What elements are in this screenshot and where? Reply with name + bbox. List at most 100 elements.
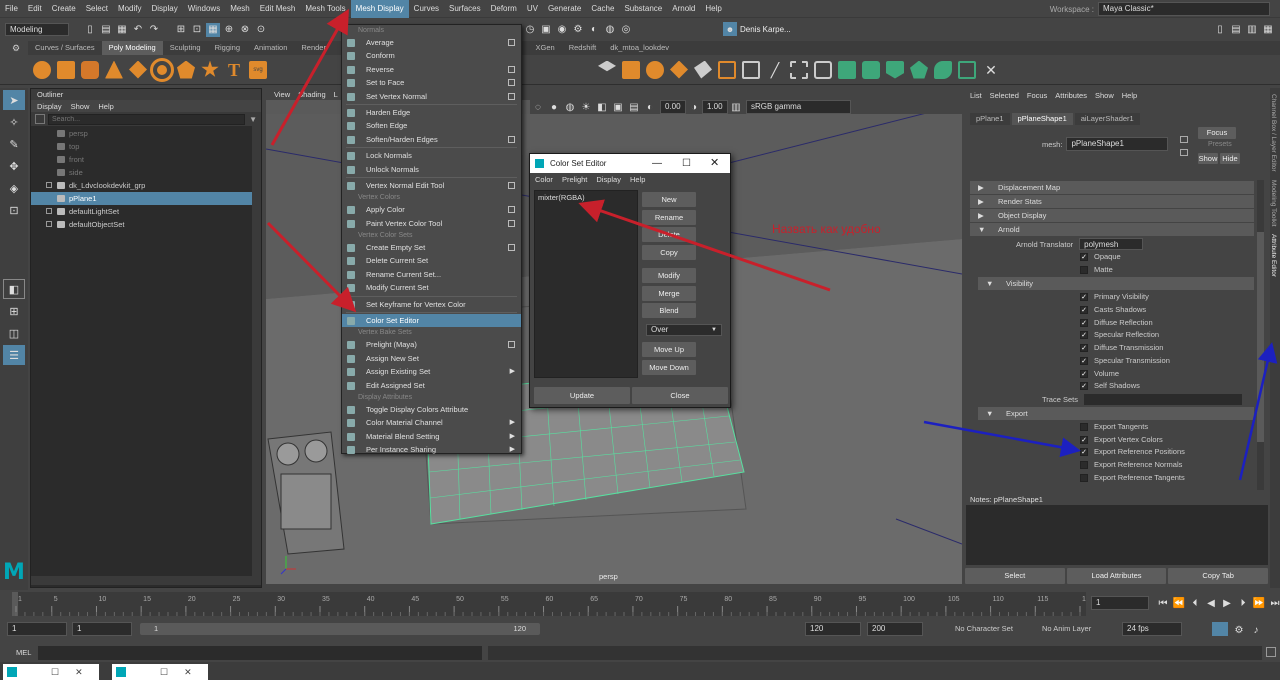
attr-load-attributes-button[interactable]: Load Attributes [1066, 568, 1167, 584]
menu-item-material-blend-setting[interactable]: Material Blend Setting ▶ [342, 430, 521, 443]
open-scene-icon[interactable]: ▤ [99, 23, 113, 37]
attr-tab[interactable]: pPlaneShape1 [1011, 113, 1073, 125]
go-to-end-icon[interactable]: ⏭ [1268, 596, 1280, 610]
restore-icon[interactable]: ☐ [51, 667, 59, 678]
menu-item-harden-edge[interactable]: Harden Edge [342, 106, 521, 119]
select-hierarchy-icon[interactable]: ⊞ [174, 23, 188, 37]
toggle-modeling-toolkit-icon[interactable]: ▯ [1213, 22, 1227, 36]
play-backward-icon[interactable]: ◀ [1204, 596, 1218, 610]
shelf-tab[interactable]: XGen [529, 41, 562, 55]
mel-input[interactable] [38, 646, 482, 660]
outliner-item[interactable]: dk_Ldvclookdevkit_grp [31, 179, 261, 192]
outliner-item[interactable]: top [31, 140, 261, 153]
cse-menu-item[interactable]: Color [535, 175, 553, 184]
unfold-uv-icon[interactable] [958, 60, 976, 79]
redo-icon[interactable]: ↷ [147, 23, 161, 37]
menu-item-set-keyframe-for-vertex-color[interactable]: Set Keyframe for Vertex Color [342, 298, 521, 311]
menu-mesh[interactable]: Mesh [225, 0, 255, 18]
color-management-icon[interactable]: ▥ [729, 100, 743, 114]
search-down-arrow-icon[interactable]: ▼ [249, 115, 257, 124]
poly-cube-icon[interactable] [57, 60, 75, 79]
snap-point-icon[interactable]: ⊙ [254, 23, 268, 37]
viewport-menu-item[interactable]: Shading [298, 90, 326, 99]
option-box-icon[interactable] [508, 39, 515, 46]
step-forward-key-icon[interactable]: ⏩ [1252, 596, 1266, 610]
cse-modify-button[interactable]: Modify [642, 268, 696, 283]
cse-merge-button[interactable]: Merge [642, 285, 696, 301]
menu-file[interactable]: File [0, 0, 23, 18]
menu-item-unlock-normals[interactable]: Unlock Normals [342, 163, 521, 176]
workspace-selector[interactable]: Workspace : Maya Classic* [1050, 2, 1270, 16]
outliner-item[interactable]: defaultLightSet [31, 205, 261, 218]
lasso-tool-icon[interactable]: ✧ [3, 112, 25, 132]
attr-tab[interactable]: aiLayerShader1 [1074, 113, 1140, 125]
menu-substance[interactable]: Substance [619, 0, 667, 18]
time-slider[interactable]: 1 5 10 15 20 25 30 35 40 45 50 55 60 65 70 75 80 85 90 95 10… [0, 590, 1280, 620]
attr-checkbox[interactable]: ✓ [1080, 318, 1088, 327]
close-icon[interactable]: ✕ [710, 154, 719, 173]
menu-item-create-empty-set[interactable]: Create Empty Set [342, 241, 521, 254]
gamma-field[interactable]: 1.00 [702, 100, 728, 114]
option-box-icon[interactable] [508, 181, 515, 189]
menu-edit-mesh[interactable]: Edit Mesh [255, 0, 301, 18]
isolate-icon[interactable]: ◧ [595, 100, 609, 114]
shelf-tab[interactable]: Render [294, 41, 333, 55]
menu-item-assign-new-set[interactable]: Assign New Set [342, 352, 521, 365]
shelf-tab[interactable]: Animation [247, 41, 294, 55]
poly-sphere-icon[interactable] [33, 60, 51, 79]
render-settings-icon[interactable]: ⚙ [571, 22, 585, 36]
menu-item-apply-color[interactable]: Apply Color [342, 203, 521, 216]
cse-menu-item[interactable]: Display [596, 175, 621, 184]
exposure-icon[interactable]: ◐ [643, 100, 657, 114]
option-box-icon[interactable] [508, 65, 515, 73]
option-box-icon[interactable] [508, 244, 515, 252]
menu-item-lock-normals[interactable]: Lock Normals [342, 149, 521, 162]
attribute-scrollbar-thumb[interactable] [1257, 232, 1264, 442]
attr-select-button[interactable]: Select [965, 568, 1065, 584]
menu-arnold[interactable]: Arnold [667, 0, 700, 18]
attr-checkbox[interactable]: ✓ [1080, 331, 1088, 340]
outliner-item[interactable]: persp [31, 127, 261, 140]
menu-item-per-instance-sharing[interactable]: Per Instance Sharing ▶ [342, 443, 521, 456]
type-tool-icon[interactable]: T [225, 61, 243, 79]
toggle-tool-settings-icon[interactable]: ▥ [1245, 22, 1259, 36]
menu-item-color-material-channel[interactable]: Color Material Channel ▶ [342, 416, 521, 429]
outliner-menu-item[interactable]: Help [98, 102, 113, 111]
attr-checkbox[interactable] [1080, 460, 1088, 469]
attribute-editor-tab[interactable]: Attribute Editor [1270, 234, 1277, 277]
menu-windows[interactable]: Windows [183, 0, 225, 18]
menu-curves[interactable]: Curves [409, 0, 444, 18]
menu-item-prelight-maya[interactable]: Prelight (Maya) [342, 338, 521, 351]
outliner-item[interactable]: pPlane1 [31, 192, 261, 205]
new-scene-icon[interactable]: ▯ [83, 23, 97, 37]
cse-menu-item[interactable]: Help [630, 175, 645, 184]
attr-menu-item[interactable]: Show [1095, 91, 1114, 100]
arnold-render-icon[interactable]: ◍ [603, 22, 617, 36]
hide-button[interactable]: Hide [1220, 153, 1240, 164]
arnold-section-header[interactable]: ▼ Arnold [970, 223, 1254, 236]
multi-cut-icon[interactable]: ╱ [766, 61, 784, 79]
render-icon[interactable]: ▣ [539, 22, 553, 36]
cse-new-button[interactable]: New [642, 192, 696, 207]
viewport-menu-item[interactable]: View [274, 90, 290, 99]
smooth-shade-icon[interactable]: ● [547, 100, 561, 114]
blend-mode-dropdown[interactable]: Over ▼ [646, 324, 722, 336]
outliner-search-input[interactable] [48, 113, 246, 125]
visibility-section-header[interactable]: ▼ Visibility [978, 277, 1254, 291]
wireframe-icon[interactable]: ◌ [531, 100, 545, 114]
attr-checkbox[interactable]: ✓ [1080, 344, 1088, 353]
lights-icon[interactable]: ☀ [579, 100, 593, 114]
menu-item-soften-harden-edges[interactable]: Soften/Harden Edges [342, 133, 521, 146]
anim-layer-dropdown[interactable]: No Anim Layer [1042, 624, 1091, 633]
toggle-attribute-editor-icon[interactable]: ▤ [1229, 22, 1243, 36]
auto-key-icon[interactable] [1212, 622, 1228, 636]
outliner-layout-icon[interactable]: ☰ [3, 345, 25, 365]
reduce-icon[interactable] [862, 60, 880, 79]
export-section-header[interactable]: ▼ Export [978, 406, 1254, 420]
undo-icon[interactable]: ↶ [131, 23, 145, 37]
color-space-dropdown[interactable]: sRGB gamma [746, 100, 851, 114]
cse-titlebar[interactable]: Color Set Editor — ☐ ✕ [530, 154, 730, 173]
menu-generate[interactable]: Generate [543, 0, 586, 18]
attr-checkbox[interactable]: ✓ [1080, 253, 1088, 261]
option-box-icon[interactable] [508, 92, 515, 100]
